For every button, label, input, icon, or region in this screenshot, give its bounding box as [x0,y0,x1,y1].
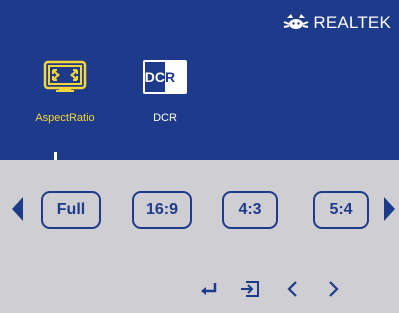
menu-item-dcr[interactable]: DC R DCR [130,60,200,130]
aspect-option-16-9[interactable]: 16:9 [132,191,192,229]
dcr-icon-box: DC R [143,60,187,94]
aspect-option-label: 16:9 [145,201,179,218]
menu-item-label-aspectratio: AspectRatio [35,112,95,124]
osd-menu: REALTEK AspectRatio DC R DCR Full 16:9 4… [0,0,399,313]
menu-item-label-dcr: DCR [153,112,177,124]
top-panel: REALTEK AspectRatio DC R DCR [0,0,399,160]
chevron-left-icon[interactable] [282,279,302,299]
dcr-icon-left-text: DC [145,62,165,92]
aspect-option-4-3[interactable]: 4:3 [222,191,278,229]
aspect-option-5-4[interactable]: 5:4 [313,191,369,229]
dcr-icon-right-text: R [165,62,185,92]
dcr-icon: DC R [143,60,187,94]
triangle-left-icon[interactable] [12,197,23,221]
aspect-option-full[interactable]: Full [41,191,101,229]
key-hints [198,279,344,299]
aspect-option-label: 5:4 [329,201,353,218]
menu-item-aspectratio[interactable]: AspectRatio [30,60,100,130]
selection-indicator [54,152,57,160]
triangle-right-icon[interactable] [384,197,395,221]
aspect-ratio-icon [43,60,87,94]
brand-name: REALTEK [313,13,391,32]
aspect-option-label: Full [56,201,86,218]
realtek-crab-icon [283,12,309,34]
brand: REALTEK [283,12,391,34]
chevron-right-icon[interactable] [324,279,344,299]
enter-icon[interactable] [198,279,218,299]
aspect-option-label: 4:3 [238,201,262,218]
exit-icon[interactable] [240,279,260,299]
